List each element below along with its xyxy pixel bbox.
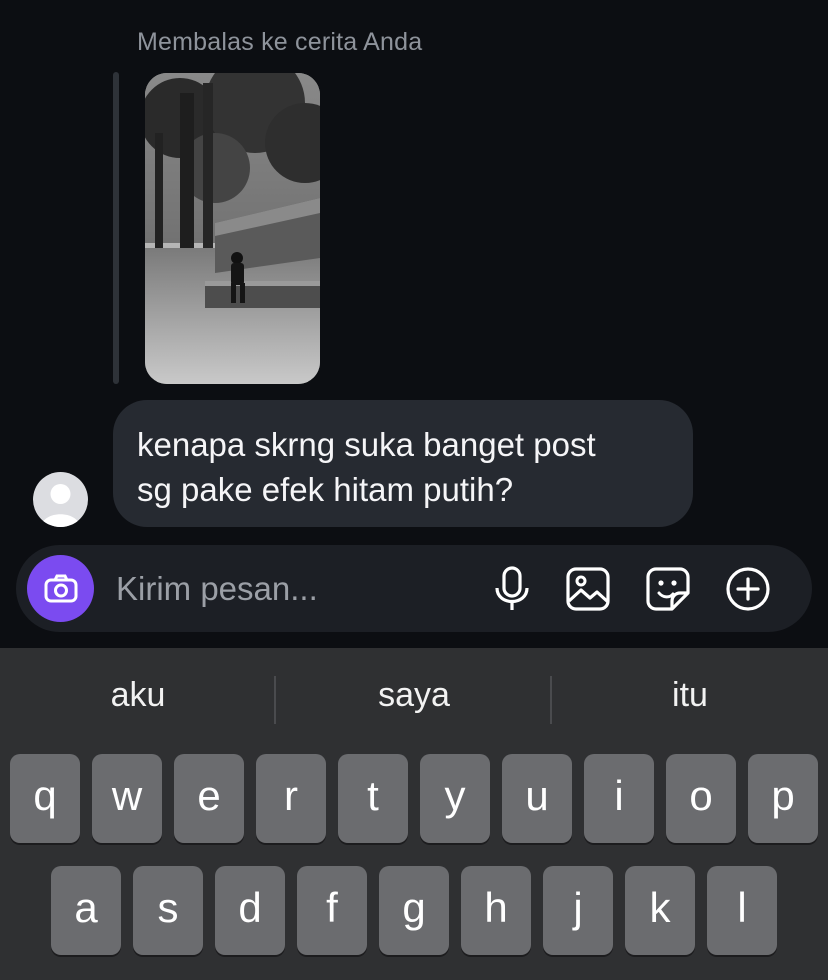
key-label: s (157, 883, 179, 931)
gallery-button[interactable] (564, 565, 612, 613)
key-label: g (402, 883, 426, 931)
key-label: j (573, 883, 583, 931)
suggestion-2[interactable]: saya (276, 676, 552, 715)
suggestion-3[interactable]: itu (552, 676, 828, 715)
key-e[interactable]: e (174, 754, 244, 843)
key-l[interactable]: l (707, 866, 777, 955)
message-text-line-2: sg pake efek hitam putih? (137, 471, 514, 508)
key-i[interactable]: i (584, 754, 654, 843)
gallery-icon (566, 567, 610, 611)
key-label: d (238, 883, 262, 931)
avatar[interactable] (33, 472, 88, 527)
key-g[interactable]: g (379, 866, 449, 955)
key-label: r (284, 771, 298, 819)
key-label: k (649, 883, 671, 931)
key-o[interactable]: o (666, 754, 736, 843)
plus-circle-icon (726, 567, 770, 611)
key-y[interactable]: y (420, 754, 490, 843)
reply-quote-bar (113, 72, 119, 384)
microphone-button[interactable] (488, 565, 536, 613)
message-text-line-1: kenapa skrng suka banget post (137, 426, 596, 463)
message-bubble[interactable]: kenapa skrng suka banget post sg pake ef… (113, 400, 693, 527)
key-label: q (33, 771, 57, 819)
keyboard-next-row-partial (0, 974, 828, 980)
more-options-button[interactable] (724, 565, 772, 613)
key-h[interactable]: h (461, 866, 531, 955)
suggestion-1[interactable]: aku (0, 676, 276, 715)
camera-button[interactable] (27, 555, 94, 622)
message-input[interactable] (114, 563, 478, 615)
key-label: w (111, 771, 143, 819)
key-q[interactable]: q (10, 754, 80, 843)
key-label: u (525, 771, 549, 819)
key-label: e (197, 771, 221, 819)
key-label: h (484, 883, 508, 931)
key-label: i (614, 771, 624, 819)
sticker-button[interactable] (644, 565, 692, 613)
key-k[interactable]: k (625, 866, 695, 955)
key-label: l (737, 883, 747, 931)
key-t[interactable]: t (338, 754, 408, 843)
key-label: y (444, 771, 466, 819)
key-label: t (367, 771, 379, 819)
key-p[interactable]: p (748, 754, 818, 843)
camera-icon (44, 574, 77, 602)
key-label: f (326, 883, 338, 931)
suggestion-bar: aku saya itu (0, 648, 828, 753)
key-j[interactable]: j (543, 866, 613, 955)
microphone-icon (495, 566, 529, 610)
key-f[interactable]: f (297, 866, 367, 955)
keyboard: aku saya itu q w e r t y u i o p a s d f… (0, 648, 828, 980)
key-u[interactable]: u (502, 754, 572, 843)
reply-context-label: Membalas ke cerita Anda (137, 28, 423, 56)
key-d[interactable]: d (215, 866, 285, 955)
key-label: a (74, 883, 98, 931)
key-w[interactable]: w (92, 754, 162, 843)
key-a[interactable]: a (51, 866, 121, 955)
key-label: p (771, 771, 795, 819)
key-s[interactable]: s (133, 866, 203, 955)
message-composer (16, 545, 812, 632)
key-label: o (689, 771, 713, 819)
key-r[interactable]: r (256, 754, 326, 843)
story-thumbnail[interactable] (145, 73, 320, 384)
sticker-icon (646, 567, 690, 611)
